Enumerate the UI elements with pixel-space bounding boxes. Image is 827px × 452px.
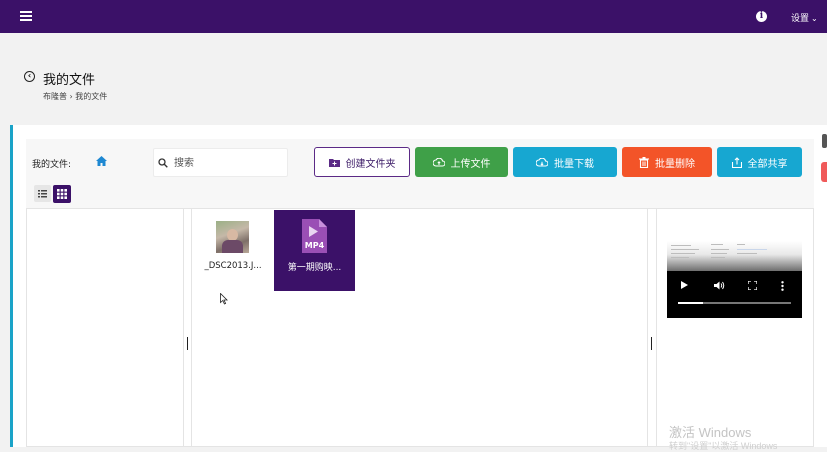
cloud-upload-icon [432, 157, 445, 167]
info-icon[interactable]: i [756, 11, 767, 22]
back-icon[interactable]: ‹ [24, 71, 35, 82]
folder-plus-icon [328, 158, 340, 167]
volume-icon[interactable] [714, 281, 725, 290]
share-all-button[interactable]: 全部共享 [717, 147, 802, 177]
activation-watermark-subtitle: 转到"设置"以激活 Windows [669, 441, 778, 451]
create-folder-button[interactable]: 创建文件夹 [314, 147, 410, 177]
list-view-toggle[interactable] [34, 185, 51, 202]
chevron-down-icon: ⌄ [811, 14, 818, 23]
video-frame [667, 241, 802, 271]
menu-icon[interactable] [20, 11, 32, 21]
upload-button[interactable]: 上传文件 [415, 147, 508, 177]
image-thumbnail [216, 221, 249, 253]
video-player[interactable] [667, 241, 802, 318]
settings-menu[interactable]: 设置 ⌄ [791, 11, 818, 24]
mp4-file-icon: MP4 [302, 219, 327, 253]
file-item[interactable]: _DSC2013.J... [198, 215, 268, 291]
file-name: _DSC2013.J... [204, 261, 262, 271]
search-icon [158, 158, 168, 168]
batch-download-button[interactable]: 批量下载 [513, 147, 617, 177]
top-navbar [0, 0, 827, 33]
side-widget[interactable] [822, 134, 827, 148]
folder-tree-pane [26, 209, 184, 447]
cloud-download-icon [536, 157, 548, 167]
search-input[interactable] [174, 154, 284, 172]
share-all-label: 全部共享 [747, 158, 788, 170]
trash-icon [639, 156, 649, 168]
batch-download-label: 批量下载 [554, 158, 594, 170]
mp4-badge: MP4 [305, 241, 325, 250]
home-icon[interactable] [96, 156, 107, 166]
side-widget-red[interactable] [821, 162, 827, 182]
right-pane-resizer[interactable] [651, 337, 652, 350]
search-box[interactable] [153, 148, 288, 177]
fullscreen-icon[interactable] [748, 281, 757, 290]
batch-delete-label: 批量删除 [655, 158, 695, 170]
left-pane-resizer[interactable] [187, 337, 188, 350]
share-icon [731, 156, 742, 168]
page-title: 我的文件 [43, 73, 96, 88]
grid-view-toggle[interactable] [53, 185, 71, 203]
create-folder-label: 创建文件夹 [345, 158, 396, 170]
batch-delete-button[interactable]: 批量删除 [622, 147, 712, 177]
mouse-cursor-icon [220, 293, 228, 305]
video-progress-bar[interactable] [678, 302, 791, 304]
upload-label: 上传文件 [450, 158, 491, 170]
settings-label: 设置 [791, 14, 810, 24]
play-icon[interactable] [681, 281, 688, 289]
page-header [0, 33, 827, 125]
my-files-label: 我的文件: [32, 160, 72, 170]
file-item-selected[interactable]: MP4 第一期购映... [274, 210, 355, 291]
grid-icon [57, 189, 67, 199]
list-icon [38, 190, 47, 198]
breadcrumb[interactable]: 布隆普 › 我的文件 [43, 91, 107, 102]
file-name: 第一期购映... [287, 263, 342, 273]
video-progress-fill [678, 302, 703, 304]
more-options-icon[interactable] [781, 281, 784, 291]
